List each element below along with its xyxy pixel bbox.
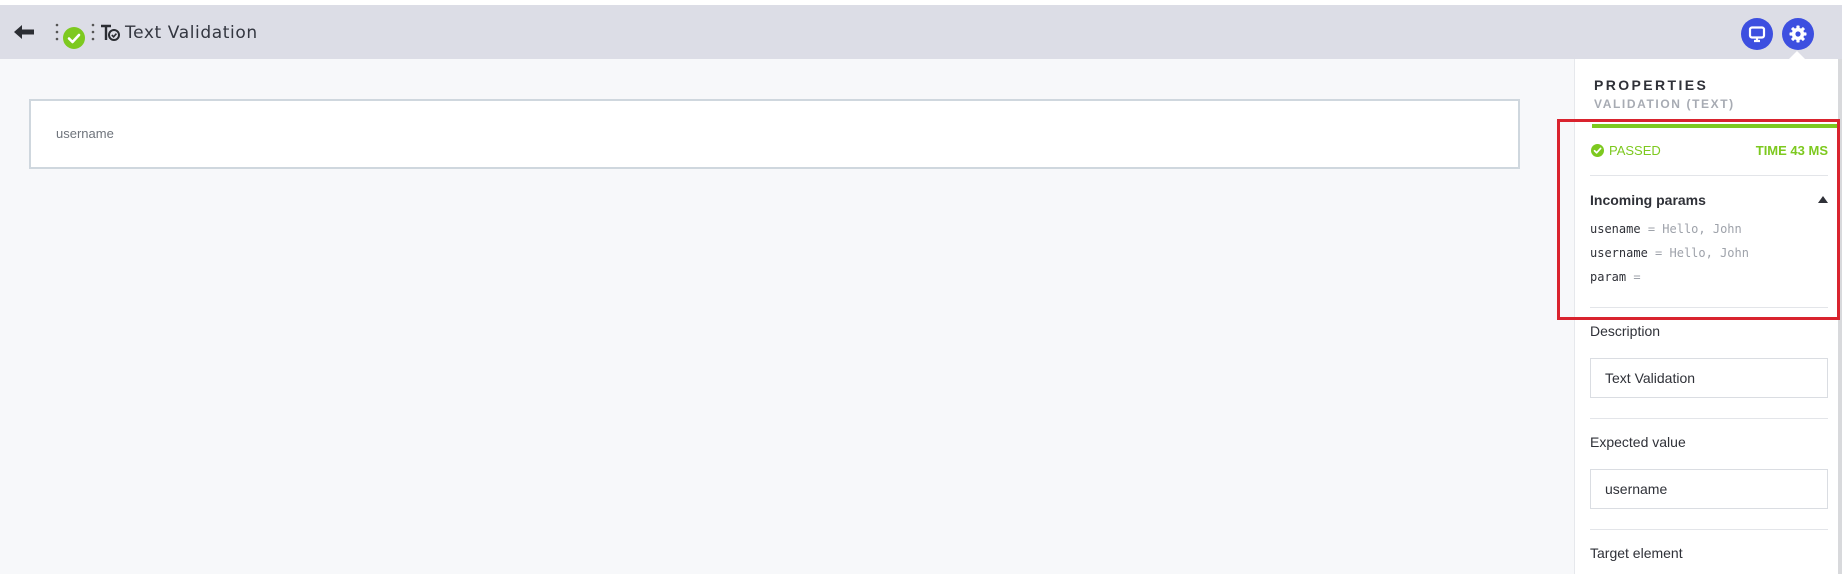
monitor-button[interactable] <box>1741 18 1773 50</box>
check-circle-icon <box>1591 144 1604 157</box>
divider <box>1590 175 1828 176</box>
test-canvas: username <box>0 59 1574 574</box>
description-field[interactable]: Text Validation <box>1590 358 1828 398</box>
target-element-label: Target element <box>1590 545 1683 561</box>
text-validation-icon <box>99 23 121 43</box>
monitor-icon <box>1748 26 1766 43</box>
incoming-params-heading[interactable]: Incoming params <box>1590 192 1706 208</box>
time-label: TIME 43 MS <box>1755 143 1828 158</box>
expected-value-value: username <box>1605 481 1668 497</box>
top-bar: Text Validation <box>0 5 1842 59</box>
expected-value-label: Expected value <box>1590 434 1686 450</box>
param-row: usename = Hello, John <box>1590 222 1742 236</box>
settings-button[interactable] <box>1782 18 1814 50</box>
panel-title: PROPERTIES <box>1594 77 1709 93</box>
param-row: param = <box>1590 270 1641 284</box>
panel-pointer <box>1788 51 1806 60</box>
drag-handle-icon[interactable] <box>91 22 95 42</box>
drag-handle-icon[interactable] <box>55 22 59 42</box>
description-label: Description <box>1590 323 1661 339</box>
status-label: PASSED <box>1609 143 1661 158</box>
app-root: Text Validation username PROPERTIES VALI… <box>0 0 1842 574</box>
panel-subtitle: VALIDATION (TEXT) <box>1594 97 1735 111</box>
status-bar <box>1592 124 1838 128</box>
collapse-caret-icon[interactable] <box>1818 196 1828 203</box>
description-value: Text Validation <box>1605 370 1696 386</box>
check-circle-icon <box>63 27 85 49</box>
divider <box>1590 529 1828 530</box>
text-element-label: username <box>56 126 114 141</box>
divider <box>1590 307 1828 308</box>
param-row: username = Hello, John <box>1590 246 1749 260</box>
panel-scrollbar[interactable] <box>1838 59 1842 574</box>
gear-icon <box>1789 25 1807 43</box>
divider <box>1590 418 1828 419</box>
back-arrow-icon[interactable] <box>12 22 36 42</box>
expected-value-field[interactable]: username <box>1590 469 1828 509</box>
status-badge: PASSED <box>1591 143 1661 158</box>
page-title: Text Validation <box>125 23 258 43</box>
text-element[interactable]: username <box>29 99 1520 169</box>
